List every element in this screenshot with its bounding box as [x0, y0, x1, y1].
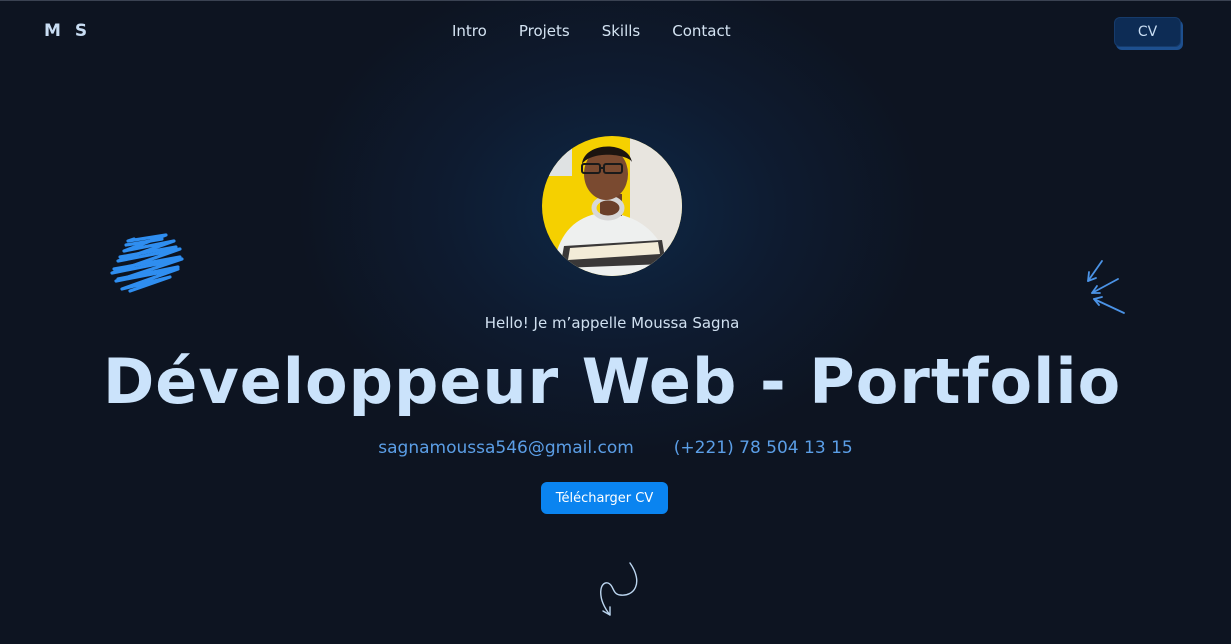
download-cv-button[interactable]: Télécharger CV	[541, 482, 668, 514]
arrows-icon	[1087, 260, 1125, 314]
scroll-arrow-icon[interactable]	[594, 561, 644, 621]
logo[interactable]: M S	[44, 21, 91, 41]
page-title: Développeur Web - Portfolio	[102, 345, 1122, 418]
scribble-icon	[110, 233, 184, 293]
email-link[interactable]: sagnamoussa546@gmail.com	[378, 438, 634, 458]
contact-row: sagnamoussa546@gmail.com (+221) 78 504 1…	[0, 438, 1231, 458]
nav-item-contact[interactable]: Contact	[672, 22, 730, 40]
nav-item-projets[interactable]: Projets	[519, 22, 570, 40]
nav-item-intro[interactable]: Intro	[452, 22, 487, 40]
cv-button[interactable]: CV	[1114, 17, 1181, 47]
phone-link[interactable]: (+221) 78 504 13 15	[674, 438, 853, 458]
greeting-text: Hello! Je m’appelle Moussa Sagna	[484, 314, 740, 332]
portfolio-page: M S Intro Projets Skills Contact CV Hell…	[0, 0, 1231, 644]
avatar	[542, 136, 682, 276]
main-nav: Intro Projets Skills Contact	[452, 22, 731, 40]
nav-item-skills[interactable]: Skills	[602, 22, 641, 40]
